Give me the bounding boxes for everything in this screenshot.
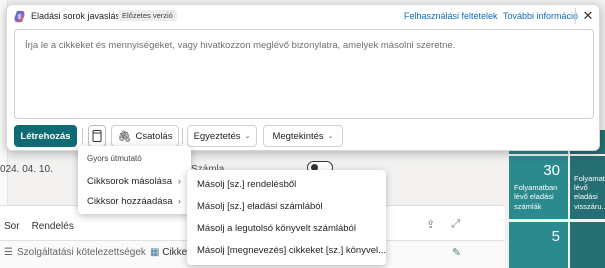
tile-pending-invoices[interactable]: 30 Folyamatban lévő eladási számlák bbox=[509, 156, 568, 219]
menu-item-add-line[interactable]: Cikksor hozzáadása › bbox=[78, 191, 191, 211]
background-service-link[interactable]: ☰ Szolgáltatási kötelezettségek bbox=[4, 247, 146, 258]
tile-count-5[interactable]: 5 bbox=[509, 222, 568, 268]
tile-extra[interactable] bbox=[570, 222, 605, 268]
attach-label: Csatolás bbox=[135, 130, 173, 142]
quick-guide-menu: Gyors útmutató Cikksorok másolása › Cikk… bbox=[78, 146, 191, 214]
background-date: 024. 04. 10. bbox=[0, 164, 53, 175]
view-label: Megtekintés bbox=[272, 130, 324, 142]
tile-number: 30 bbox=[543, 162, 560, 179]
toolbar-divider bbox=[82, 128, 83, 144]
background-tab-icons: ⇪ ⤢ bbox=[426, 218, 460, 231]
menu-item-label: Cikksorok másolása bbox=[87, 175, 172, 187]
chevron-right-icon: › bbox=[178, 176, 181, 186]
menu-heading: Gyors útmutató bbox=[87, 154, 142, 163]
close-icon[interactable]: ✕ bbox=[581, 8, 595, 24]
background-tabs: Sor Rendelés bbox=[4, 221, 74, 232]
list-icon: ☰ bbox=[4, 247, 13, 258]
dialog-title: Eladási sorok javaslása bbox=[31, 11, 126, 21]
copilot-logo-icon bbox=[14, 10, 25, 23]
more-info-link[interactable]: További információ bbox=[503, 11, 578, 21]
prompt-input[interactable] bbox=[15, 30, 593, 118]
cikke-label: Cikke bbox=[162, 247, 188, 258]
menu-item-label: Cikksor hozzáadása bbox=[87, 195, 173, 207]
submenu-item-from-order[interactable]: Másolj [sz.] rendelésből bbox=[187, 173, 386, 195]
submenu-item-from-invoice[interactable]: Másolj [sz.] eladási számlából bbox=[187, 195, 386, 217]
suggest-lines-dialog: Eladási sorok javaslása Előzetes verzió … bbox=[6, 4, 600, 151]
expand-icon[interactable]: ⤢ bbox=[451, 218, 460, 231]
tab-rendeles[interactable]: Rendelés bbox=[32, 221, 74, 232]
submenu-item-copy-items[interactable]: Másolj [megnevezés] cikkeket [sz.] könyv… bbox=[187, 239, 386, 261]
tile-label: Folyamatban lévő eladási visszáru... bbox=[574, 173, 605, 211]
match-label: Egyeztetés bbox=[193, 130, 241, 142]
paperclip-icon: 🖇 bbox=[117, 130, 132, 143]
copy-lines-submenu: Másolj [sz.] rendelésből Másolj [sz.] el… bbox=[187, 170, 386, 265]
tile-label: Folyamatban lévő eladási számlák bbox=[514, 182, 558, 211]
service-label: Szolgáltatási kötelezettségek bbox=[16, 247, 146, 258]
prompt-guide-button[interactable] bbox=[88, 125, 106, 147]
tab-sor[interactable]: Sor bbox=[4, 221, 20, 232]
prompt-box bbox=[14, 29, 594, 119]
pin-icon[interactable]: ✎ bbox=[452, 246, 461, 259]
book-icon bbox=[92, 130, 102, 142]
attach-button[interactable]: 🖇 Csatolás bbox=[111, 125, 179, 147]
share-icon[interactable]: ⇪ bbox=[426, 218, 435, 231]
view-dropdown-button[interactable]: Megtekintés ⌄ bbox=[263, 125, 343, 147]
match-dropdown-button[interactable]: Egyeztetés ⌄ bbox=[187, 125, 257, 147]
preview-badge: Előzetes verzió bbox=[118, 10, 177, 21]
submenu-item-from-last-posted[interactable]: Másolj a legutolsó könyvelt számlából bbox=[187, 217, 386, 239]
tile-number: 5 bbox=[551, 228, 560, 245]
chevron-down-icon: ⌄ bbox=[327, 133, 334, 140]
grid-icon: ▦ bbox=[150, 247, 160, 258]
toolbar-divider bbox=[182, 128, 183, 144]
terms-of-use-link[interactable]: Felhasználási feltételek bbox=[404, 11, 498, 21]
header-divider bbox=[575, 8, 576, 24]
background-cikke-label: ▦ Cikke bbox=[150, 247, 187, 258]
generate-button[interactable]: Létrehozás bbox=[14, 125, 77, 147]
menu-item-copy-lines[interactable]: Cikksorok másolása › bbox=[78, 171, 191, 191]
tile-pending-returns[interactable]: Folyamatban lévő eladási visszáru... bbox=[570, 156, 605, 219]
chevron-down-icon: ⌄ bbox=[244, 133, 251, 140]
chevron-right-icon: › bbox=[178, 196, 181, 206]
